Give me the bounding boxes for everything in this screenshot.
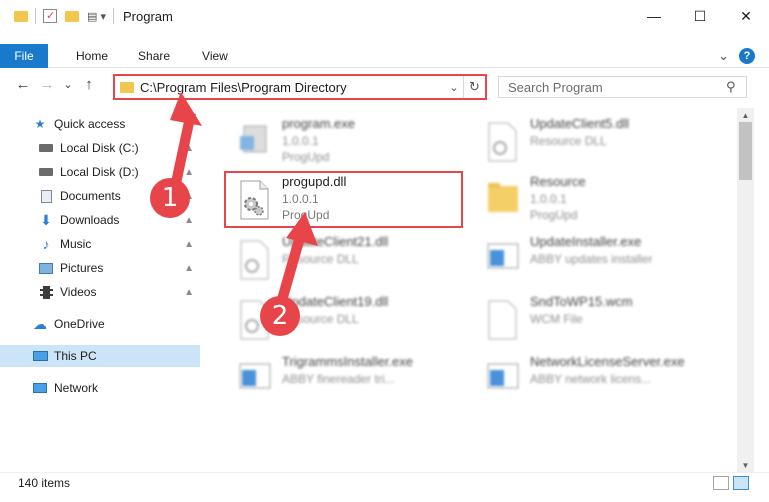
star-icon: ★: [34, 117, 46, 131]
help-icon[interactable]: ?: [739, 48, 755, 64]
file-list: program.exe 1.0.0.1 ProgUpd UpdateClient…: [210, 102, 737, 472]
scrollbar-thumb[interactable]: [739, 122, 752, 180]
address-dropdown-icon[interactable]: ⌄: [445, 81, 463, 94]
back-button[interactable]: ←: [14, 76, 32, 93]
minimize-button[interactable]: —: [631, 0, 677, 32]
file-item[interactable]: NetworkLicenseServer.exe ABBY network li…: [468, 352, 718, 408]
file-item[interactable]: UpdateInstaller.exe ABBY updates install…: [468, 232, 718, 288]
sidebar-item-onedrive[interactable]: ☁ OneDrive: [32, 313, 200, 335]
computer-icon: [32, 349, 48, 363]
pin-icon[interactable]: ▲: [184, 143, 194, 154]
installer-icon: [486, 240, 519, 280]
file-item[interactable]: TrigrammsInstaller.exe ABBY finereader t…: [220, 352, 470, 408]
selected-file-highlight: [224, 171, 463, 228]
sidebar-item-videos[interactable]: Videos ▲: [38, 281, 200, 303]
tab-home[interactable]: Home: [48, 44, 122, 68]
navigation-pane: ★ Quick access Local Disk (C:) ▲ Local D…: [0, 108, 210, 472]
pin-icon[interactable]: ▲: [184, 215, 194, 226]
sidebar-item-quick-access[interactable]: ★ Quick access: [32, 113, 192, 135]
sidebar-item-music[interactable]: ♪ Music ▲: [38, 233, 200, 255]
sidebar-item-local-disk-c[interactable]: Local Disk (C:) ▲: [38, 137, 200, 159]
pin-icon[interactable]: ▲: [184, 263, 194, 274]
pin-icon[interactable]: ▲: [184, 239, 194, 250]
ribbon-tabs: File Home Share View ⌄ ?: [0, 43, 769, 68]
window-title: Program: [122, 8, 173, 24]
toolbar-divider: [112, 8, 114, 24]
tab-file[interactable]: File: [0, 43, 48, 68]
installer-icon: [238, 360, 271, 400]
film-icon: [38, 285, 54, 299]
blank-file-icon: [486, 300, 518, 340]
file-item[interactable]: SndToWP15.wcm WCM File: [468, 292, 718, 348]
pin-icon[interactable]: ▲: [184, 167, 194, 178]
quick-access-toolbar: ✓ ▤ ▾: [0, 0, 117, 32]
folder-icon: [14, 10, 28, 22]
file-item[interactable]: UpdateClient19.dll Resource DLL: [220, 292, 470, 348]
status-bar: 140 items: [0, 472, 769, 502]
toolbar-divider: [35, 8, 36, 24]
tab-share[interactable]: Share: [122, 44, 184, 68]
step-1-badge: 1: [150, 178, 190, 218]
address-bar[interactable]: C:\Program Files\Program Directory ⌄ ↻: [113, 74, 487, 100]
recent-locations-button[interactable]: ⌄: [62, 78, 74, 91]
search-icon[interactable]: ⚲: [726, 79, 746, 95]
pictures-icon: [38, 261, 54, 275]
up-button[interactable]: ↑: [80, 76, 98, 93]
item-count: 140 items: [18, 476, 71, 490]
step-2-badge: 2: [260, 296, 300, 336]
folder-icon: [486, 180, 518, 220]
folder-item[interactable]: Resource 1.0.0.1 ProgUpd: [468, 172, 718, 228]
vertical-scrollbar[interactable]: ▲ ▼: [737, 108, 754, 472]
forward-button[interactable]: →: [38, 76, 56, 93]
installer-icon: [486, 360, 519, 400]
address-row: ← → ⌄ ↑ C:\Program Files\Program Directo…: [0, 72, 769, 102]
details-view-icon[interactable]: [713, 476, 729, 490]
large-icons-view-icon[interactable]: [733, 476, 749, 490]
download-arrow-icon: ⬇: [40, 211, 52, 228]
music-note-icon: ♪: [42, 236, 50, 252]
dll-file-icon: [238, 240, 270, 280]
sidebar-item-pictures[interactable]: Pictures ▲: [38, 257, 200, 279]
file-item[interactable]: UpdateClient5.dll Resource DLL: [468, 114, 718, 170]
dll-file-icon: [486, 122, 518, 162]
properties-icon[interactable]: ✓: [43, 9, 57, 23]
folder-icon: [120, 81, 134, 93]
expand-ribbon-icon[interactable]: ⌄: [718, 48, 729, 64]
drive-icon: [38, 141, 54, 155]
documents-icon: [38, 189, 54, 203]
cloud-icon: ☁: [33, 315, 47, 332]
refresh-icon[interactable]: ↻: [463, 76, 485, 98]
file-item[interactable]: program.exe 1.0.0.1 ProgUpd: [220, 114, 470, 170]
file-item[interactable]: UpdateClient21.dll Resource DLL: [220, 232, 470, 288]
search-box[interactable]: Search Program ⚲: [498, 76, 747, 98]
drive-icon: [38, 165, 54, 179]
executable-icon: [238, 122, 270, 162]
maximize-button[interactable]: ☐: [677, 0, 723, 32]
pin-icon[interactable]: ▲: [184, 287, 194, 298]
sidebar-item-this-pc[interactable]: This PC: [0, 345, 200, 367]
scroll-down-arrow[interactable]: ▼: [737, 458, 754, 472]
search-input[interactable]: Search Program: [508, 80, 726, 95]
scroll-up-arrow[interactable]: ▲: [737, 108, 754, 122]
new-folder-icon[interactable]: [65, 10, 79, 22]
address-path[interactable]: C:\Program Files\Program Directory: [140, 80, 445, 95]
sidebar-item-network[interactable]: Network: [32, 377, 200, 399]
close-button[interactable]: ✕: [723, 0, 769, 32]
tab-view[interactable]: View: [184, 44, 242, 68]
network-icon: [32, 381, 48, 395]
title-bar: ✓ ▤ ▾ Program — ☐ ✕: [0, 0, 769, 32]
customize-toolbar-icon[interactable]: ▤ ▾: [87, 10, 106, 23]
